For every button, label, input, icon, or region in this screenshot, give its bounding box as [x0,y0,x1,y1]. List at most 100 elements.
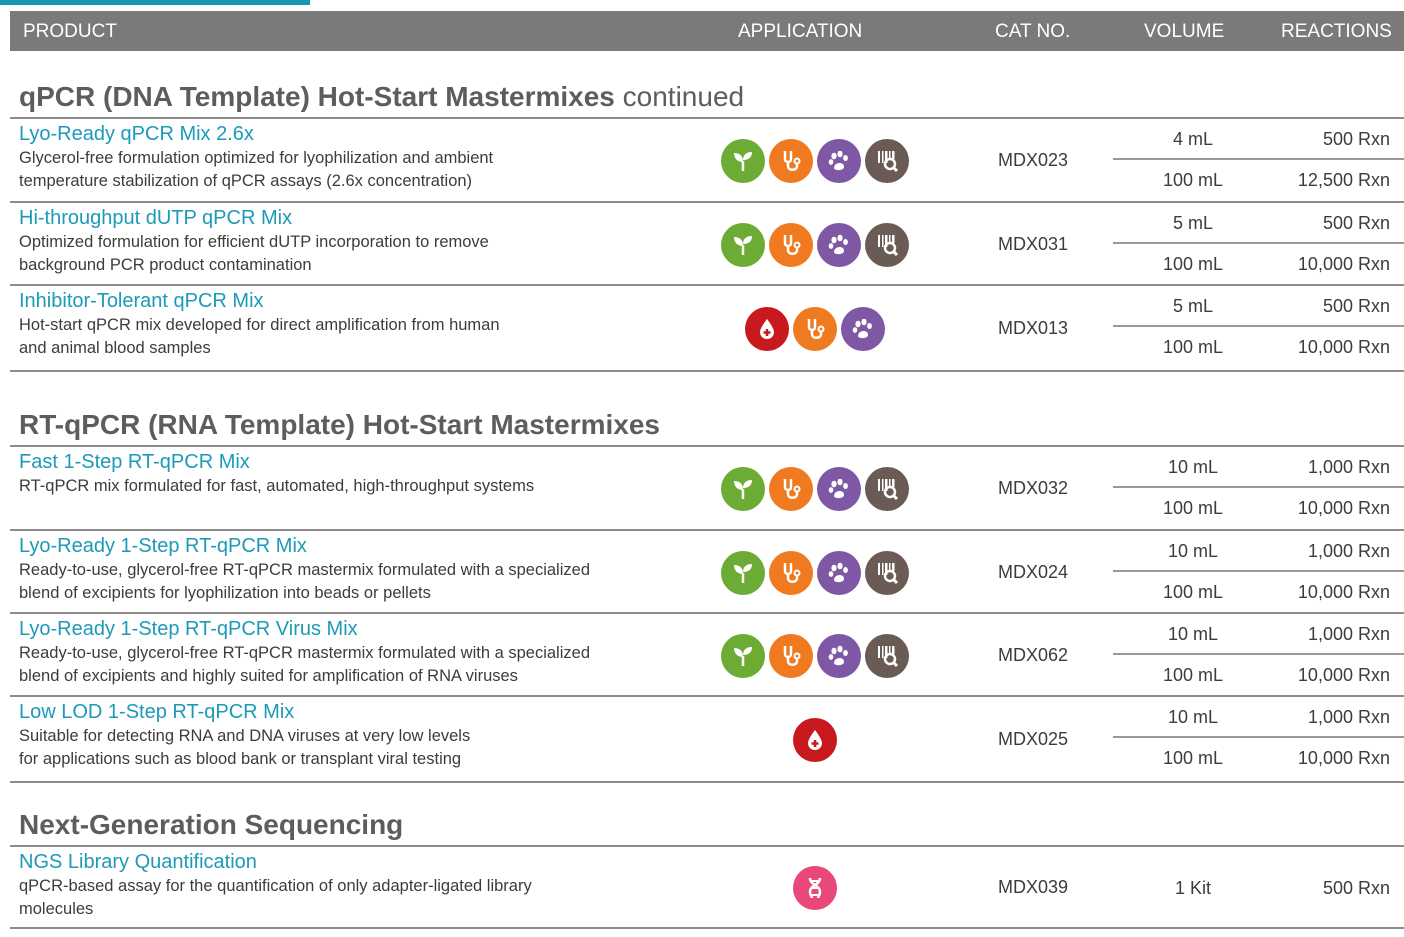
reactions-value: 1,000 Rxn [1307,707,1390,727]
volume-value: 100 mL [1162,582,1224,602]
product-name-link[interactable]: Fast 1-Step RT-qPCR Mix [19,451,250,474]
size-row: 100 mL 10,000 Rxn [1113,655,1404,696]
barcode-search-icon [865,633,909,678]
section: qPCR (DNA Template) Hot-Start Mastermixe… [10,64,1404,372]
section: RT-qPCR (RNA Template) Hot-Start Masterm… [10,392,1404,783]
blood-drop-icon [745,307,789,351]
description-line: Suitable for detecting RNA and DNA virus… [19,727,471,745]
volume-value: 100 mL [1162,337,1224,357]
product-row: Lyo-Ready 1-Step RT-qPCR Mix Ready-to-use… [10,531,1404,614]
paw-icon [817,222,861,267]
size-options: 5 mL 500 Rxn 100 mL 10,000 Rxn [1113,286,1404,368]
header-product: PRODUCT [23,21,117,42]
stethoscope-icon [769,222,813,267]
product-name-link[interactable]: NGS Library Quantification [19,851,257,874]
description-line: Ready-to-use, glycerol-free RT-qPCR mast… [19,644,590,662]
volume-value: 10 mL [1167,457,1219,477]
volume-value: 4 mL [1172,129,1214,149]
application-icons [721,467,909,511]
product-description: Hot-start qPCR mix developed for direct … [19,314,679,360]
plant-icon [721,139,765,183]
volume-value: 100 mL [1162,665,1224,685]
stethoscope-icon [769,633,813,678]
description-line: qPCR-based assay for the quantification … [19,877,532,895]
reactions-value: 12,500 Rxn [1297,170,1390,190]
section-heading: qPCR (DNA Template) Hot-Start Mastermixe… [19,81,744,113]
barcode-search-icon [865,550,909,595]
header-cat-no: CAT NO. [995,21,1071,42]
header-volume: VOLUME [1144,21,1225,42]
size-options: 10 mL 1,000 Rxn 100 mL 10,000 Rxn [1113,614,1404,696]
catalog-number: MDX024 [998,561,1069,582]
catalog-number: MDX023 [998,150,1069,170]
dna-icon [793,866,837,910]
size-row: 100 mL 10,000 Rxn [1113,327,1404,368]
product-name-link[interactable]: Low LOD 1-Step RT-qPCR Mix [19,701,294,724]
product-name-link[interactable]: Lyo-Ready qPCR Mix 2.6x [19,123,254,146]
product-row: Lyo-Ready 1-Step RT-qPCR Virus Mix Ready-… [10,614,1404,697]
section-heading-text: RT-qPCR (RNA Template) Hot-Start Masterm… [19,409,660,440]
size-row: 100 mL 10,000 Rxn [1113,738,1404,779]
volume-value: 100 mL [1162,748,1224,768]
volume-value: 5 mL [1172,296,1214,316]
volume-value: 10 mL [1167,624,1219,644]
stethoscope-icon [793,307,837,351]
size-row: 100 mL 10,000 Rxn [1113,572,1404,613]
description-line: blend of excipients and highly suited fo… [19,667,518,685]
product-row: Fast 1-Step RT-qPCR Mix RT-qPCR mix formu… [10,447,1404,531]
reactions-value: 1,000 Rxn [1307,541,1390,561]
product-row: Inhibitor-Tolerant qPCR Mix Hot-start qPC… [10,286,1404,372]
size-options: 10 mL 1,000 Rxn 100 mL 10,000 Rxn [1113,531,1404,613]
stethoscope-icon [769,139,813,183]
catalog-number: MDX039 [998,877,1069,897]
description-line: Glycerol-free formulation optimized for … [19,149,494,167]
catalog-number: MDX025 [998,729,1069,749]
size-options: 4 mL 500 Rxn 100 mL 12,500 Rxn [1113,119,1404,201]
application-icons [721,550,909,595]
volume-value: 100 mL [1162,498,1224,518]
section-title: RT-qPCR (RNA Template) Hot-Start Masterm… [10,392,1404,447]
blood-drop-icon [793,718,837,762]
header-application: APPLICATION [738,21,863,42]
volume-value: 100 mL [1162,254,1224,274]
accent-bar [0,0,310,5]
plant-icon [721,222,765,267]
product-row: Hi-throughput dUTP qPCR Mix Optimized for… [10,203,1404,286]
paw-icon [817,467,861,511]
volume-value: 100 mL [1162,170,1224,190]
reactions-value: 10,000 Rxn [1297,748,1390,768]
section: Next-Generation Sequencing NGS Library Qu… [10,792,1404,929]
description-line: and animal blood samples [19,339,211,357]
catalog-number: MDX032 [998,478,1069,498]
size-row: 100 mL 10,000 Rxn [1113,488,1404,529]
description-line: molecules [19,900,94,918]
paw-icon [817,139,861,183]
plant-icon [721,550,765,595]
product-row: Lyo-Ready qPCR Mix 2.6x Glycerol-free for… [10,119,1404,203]
size-options: 5 mL 500 Rxn 100 mL 10,000 Rxn [1113,203,1404,285]
reactions-value: 10,000 Rxn [1297,582,1390,602]
size-row: 5 mL 500 Rxn [1113,203,1404,244]
size-row: 10 mL 1,000 Rxn [1113,447,1404,488]
product-name-link[interactable]: Inhibitor-Tolerant qPCR Mix [19,290,264,313]
section-heading-text: Next-Generation Sequencing [19,809,404,840]
size-row: 100 mL 10,000 Rxn [1113,244,1404,285]
description-line: blend of excipients for lyophilization i… [19,584,431,602]
section-title: Next-Generation Sequencing [10,792,1404,847]
barcode-search-icon [865,139,909,183]
product-name-link[interactable]: Lyo-Ready 1-Step RT-qPCR Mix [19,535,307,558]
paw-icon [817,633,861,678]
barcode-search-icon [865,222,909,267]
reactions-value: 500 Rxn [1322,213,1390,233]
volume-value: 10 mL [1167,707,1219,727]
reactions-value: 10,000 Rxn [1297,254,1390,274]
size-options: 10 mL 1,000 Rxn 100 mL 10,000 Rxn [1113,447,1404,529]
product-row: Low LOD 1-Step RT-qPCR Mix Suitable for d… [10,697,1404,783]
product-name-link[interactable]: Lyo-Ready 1-Step RT-qPCR Virus Mix [19,618,358,641]
product-name-link[interactable]: Hi-throughput dUTP qPCR Mix [19,207,292,230]
application-icons [721,633,909,678]
paw-icon [817,550,861,595]
size-row: 10 mL 1,000 Rxn [1113,531,1404,572]
plant-icon [721,633,765,678]
product-description: Ready-to-use, glycerol-free RT-qPCR mast… [19,559,679,605]
